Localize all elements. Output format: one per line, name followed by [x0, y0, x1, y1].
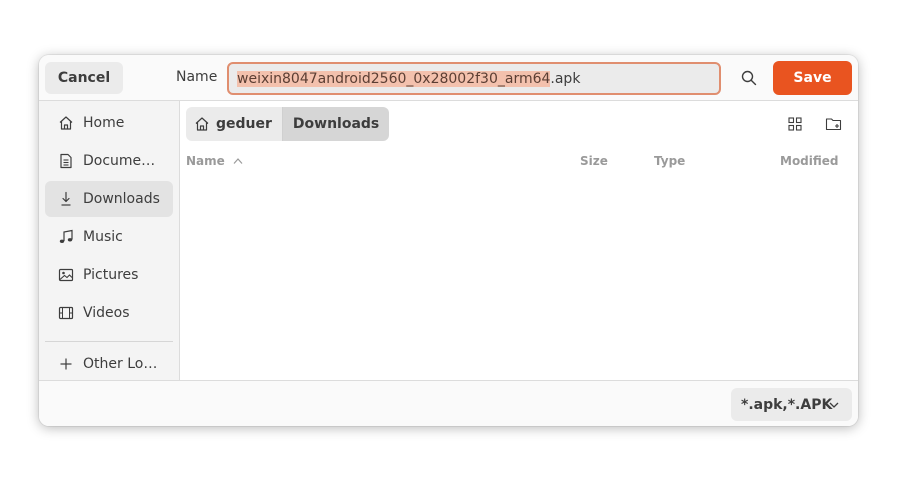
breadcrumb: geduer Downloads: [186, 107, 390, 141]
breadcrumb-label: geduer: [216, 116, 272, 132]
file-type-filter[interactable]: *.apk,*.APK: [731, 388, 852, 421]
sidebar-item-downloads[interactable]: Downloads: [45, 181, 173, 217]
dialog-header: Cancel Name weixin8047android2560_0x2800…: [39, 55, 858, 101]
sidebar-item-label: Downloads: [83, 191, 160, 207]
document-icon: [60, 153, 72, 169]
filter-label: *.apk,*.APK: [741, 396, 833, 413]
sidebar-item-documents[interactable]: Docume…: [45, 143, 173, 179]
sidebar-item-label: Videos: [83, 305, 130, 321]
filename-input[interactable]: weixin8047android2560_0x28002f30_arm64 .a…: [227, 62, 721, 95]
chevron-down-icon: [829, 402, 839, 408]
home-icon: [195, 117, 209, 131]
breadcrumb-label: Downloads: [292, 116, 380, 132]
column-header-type[interactable]: Type: [654, 154, 685, 168]
plus-icon: [60, 358, 72, 370]
sidebar-item-label: Home: [83, 115, 125, 131]
name-label: Name: [176, 69, 218, 85]
sidebar-item-music[interactable]: Music: [45, 219, 173, 255]
places-sidebar: Home Docume… Downloads Music Pictures Vi…: [39, 101, 180, 380]
home-icon: [59, 116, 73, 130]
column-label: Name: [186, 154, 225, 168]
new-folder-icon: [825, 118, 842, 131]
search-icon: [741, 70, 757, 86]
music-icon: [59, 229, 73, 243]
grid-icon: [788, 117, 802, 131]
video-icon: [58, 306, 74, 320]
save-button[interactable]: Save: [773, 61, 852, 95]
view-toggle-button[interactable]: [786, 115, 804, 133]
search-button[interactable]: [737, 66, 761, 90]
breadcrumb-home[interactable]: geduer: [186, 107, 283, 141]
picture-icon: [58, 268, 74, 282]
download-icon: [61, 191, 71, 206]
sidebar-item-pictures[interactable]: Pictures: [45, 257, 173, 293]
filename-selected-text: weixin8047android2560_0x28002f30_arm64: [237, 70, 551, 87]
column-header-modified[interactable]: Modified: [780, 154, 839, 168]
sidebar-item-label: Docume…: [83, 153, 156, 169]
sidebar-item-label: Music: [83, 229, 123, 245]
file-list[interactable]: [180, 173, 858, 380]
sort-ascending-icon: [233, 158, 243, 164]
column-header-size[interactable]: Size: [580, 154, 608, 168]
cancel-button[interactable]: Cancel: [45, 62, 123, 94]
new-folder-button[interactable]: [825, 115, 843, 133]
sidebar-divider: [45, 341, 173, 342]
filename-extension: .apk: [550, 70, 581, 87]
dialog-footer: *.apk,*.APK: [39, 380, 858, 426]
sidebar-item-label: Other Lo…: [83, 356, 158, 372]
sidebar-item-videos[interactable]: Videos: [45, 295, 173, 331]
sidebar-item-home[interactable]: Home: [45, 105, 173, 141]
column-header-name[interactable]: Name: [186, 154, 243, 168]
breadcrumb-downloads[interactable]: Downloads: [282, 107, 390, 141]
sidebar-item-label: Pictures: [83, 267, 139, 283]
save-file-dialog: Cancel Name weixin8047android2560_0x2800…: [39, 55, 858, 426]
sidebar-item-other-locations[interactable]: Other Lo…: [45, 346, 173, 382]
